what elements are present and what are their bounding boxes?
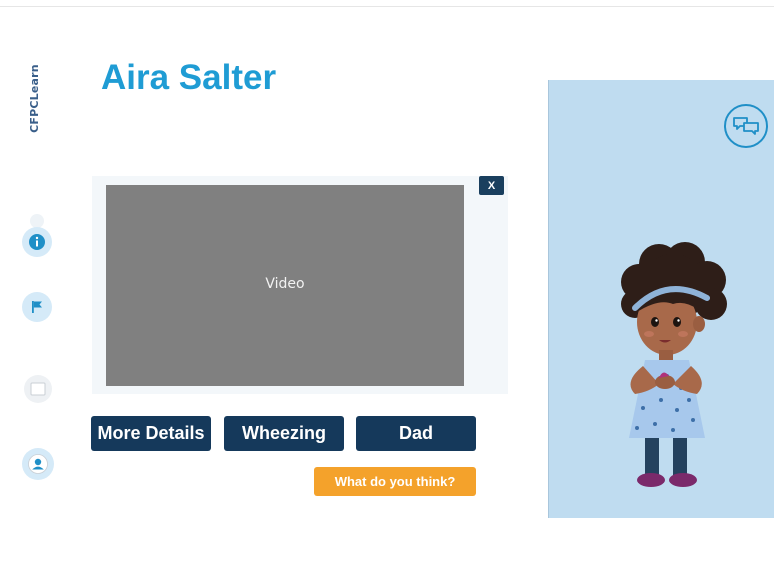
more-details-button[interactable]: More Details (91, 416, 211, 451)
child-patient-illustration (621, 242, 727, 487)
flag-button[interactable] (22, 292, 52, 322)
character-panel (548, 80, 774, 518)
what-do-you-think-button[interactable]: What do you think? (314, 467, 476, 496)
close-video-button[interactable]: X (479, 176, 504, 195)
notes-button[interactable] (24, 375, 52, 403)
profile-button[interactable] (22, 448, 54, 480)
video-player[interactable]: Video (106, 185, 464, 386)
user-icon (28, 454, 48, 474)
patient-name-title: Aira Salter (101, 58, 277, 97)
flag-icon (32, 301, 42, 313)
info-icon-ghost (30, 214, 44, 228)
chat-button[interactable] (724, 104, 768, 148)
video-label: Video (265, 275, 305, 292)
logo-text: CFPCLearn (27, 63, 41, 133)
wheezing-button[interactable]: Wheezing (224, 416, 344, 451)
cfpclearn-logo: CFPCLearn (21, 58, 47, 138)
info-icon (29, 234, 45, 250)
info-button[interactable] (22, 227, 52, 257)
chat-bubbles-icon (733, 117, 759, 135)
top-border (0, 6, 774, 7)
dad-button[interactable]: Dad (356, 416, 476, 451)
notes-icon (30, 382, 46, 396)
video-panel: Video (92, 176, 508, 394)
